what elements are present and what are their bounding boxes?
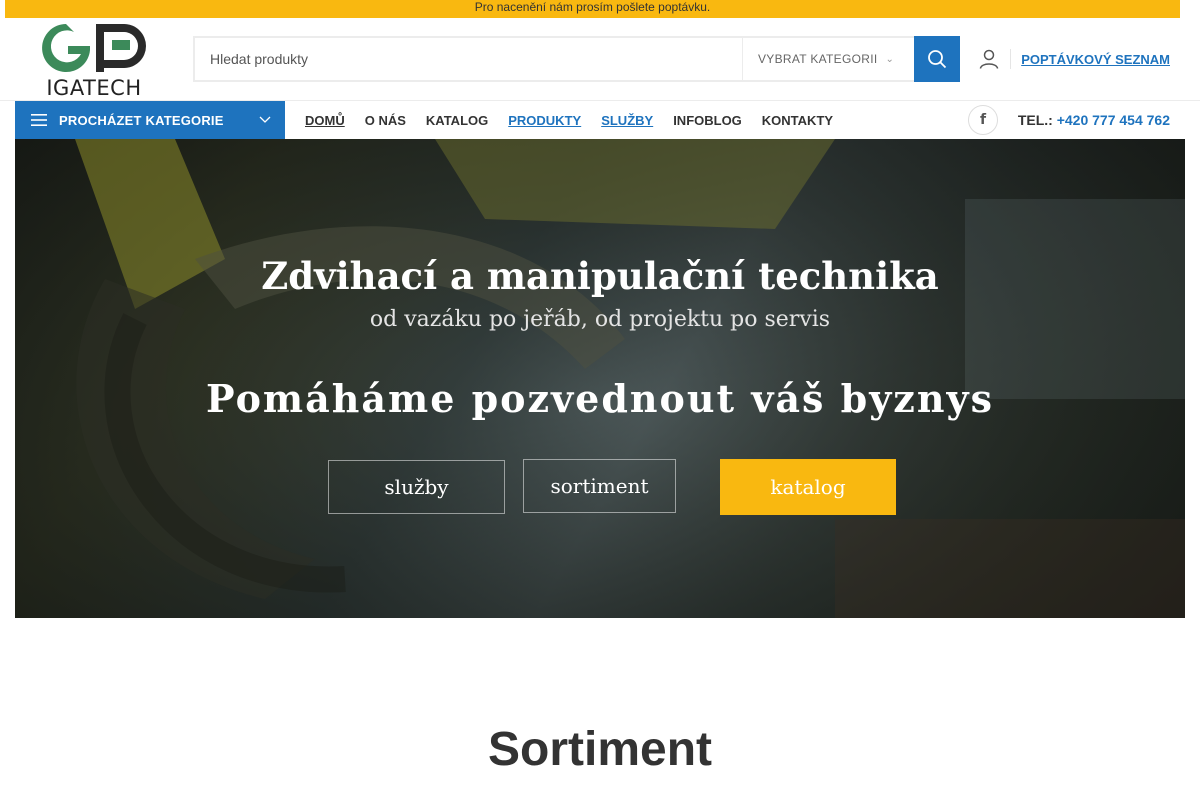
services-button[interactable]: služby	[328, 460, 505, 514]
nav-item-products[interactable]: PRODUKTY	[508, 113, 581, 128]
hero-banner: Zdvihací a manipulační technika od vazák…	[15, 139, 1185, 618]
site-logo[interactable]: IGATECH	[38, 20, 150, 100]
phone-contact: TEL.: +420 777 454 762	[1018, 112, 1170, 128]
rfq-list-link[interactable]: POPTÁVKOVÝ SEZNAM	[1021, 52, 1170, 67]
hamburger-icon	[31, 114, 47, 126]
chevron-down-icon	[259, 116, 271, 123]
browse-categories-label: PROCHÁZET KATEGORIE	[59, 112, 224, 128]
main-navigation: DOMŮ O NÁS KATALOG PRODUKTY SLUŽBY INFOB…	[305, 101, 833, 139]
nav-item-infoblog[interactable]: INFOBLOG	[673, 113, 742, 128]
nav-item-catalog[interactable]: KATALOG	[426, 113, 488, 128]
search-icon	[928, 50, 947, 69]
chevron-down-icon: ⌄	[885, 53, 895, 65]
user-icon[interactable]	[978, 48, 1000, 70]
facebook-icon[interactable]: f	[968, 105, 998, 135]
logo-mark-icon	[42, 24, 146, 72]
logo-text: IGATECH	[46, 76, 142, 100]
header-divider	[1010, 49, 1012, 69]
nav-item-services[interactable]: SLUŽBY	[601, 113, 653, 128]
category-select-label: VYBRAT KATEGORII	[758, 52, 878, 66]
hero-subtitle: od vazáku po jeřáb, od projektu po servi…	[369, 307, 831, 332]
hero-title: Zdvihací a manipulační technika	[261, 254, 939, 298]
hero-claim: Pomáháme pozvednout váš byznys	[206, 376, 994, 421]
announcement-text: Pro nacenění nám prosím pošlete poptávku…	[474, 0, 711, 14]
section-title: Sortiment	[487, 723, 712, 776]
nav-item-home[interactable]: DOMŮ	[305, 113, 345, 128]
browse-categories-button[interactable]: PROCHÁZET KATEGORIE	[15, 101, 285, 139]
assortment-button[interactable]: sortiment	[523, 459, 676, 513]
nav-item-about[interactable]: O NÁS	[365, 113, 406, 128]
product-search: VYBRAT KATEGORII ⌄	[193, 36, 960, 82]
phone-number-link[interactable]: +420 777 454 762	[1057, 112, 1170, 128]
category-select[interactable]: VYBRAT KATEGORII ⌄	[742, 38, 914, 80]
search-input[interactable]	[195, 38, 742, 80]
catalog-button[interactable]: katalog	[720, 459, 896, 515]
header-actions: POPTÁVKOVÝ SEZNAM	[978, 44, 1170, 74]
facebook-glyph: f	[979, 112, 987, 128]
phone-label: TEL.:	[1017, 112, 1053, 128]
nav-item-contacts[interactable]: KONTAKTY	[762, 113, 833, 128]
top-announcement-bar: Pro nacenění nám prosím pošlete poptávku…	[5, 0, 1180, 18]
search-button[interactable]	[914, 36, 960, 82]
